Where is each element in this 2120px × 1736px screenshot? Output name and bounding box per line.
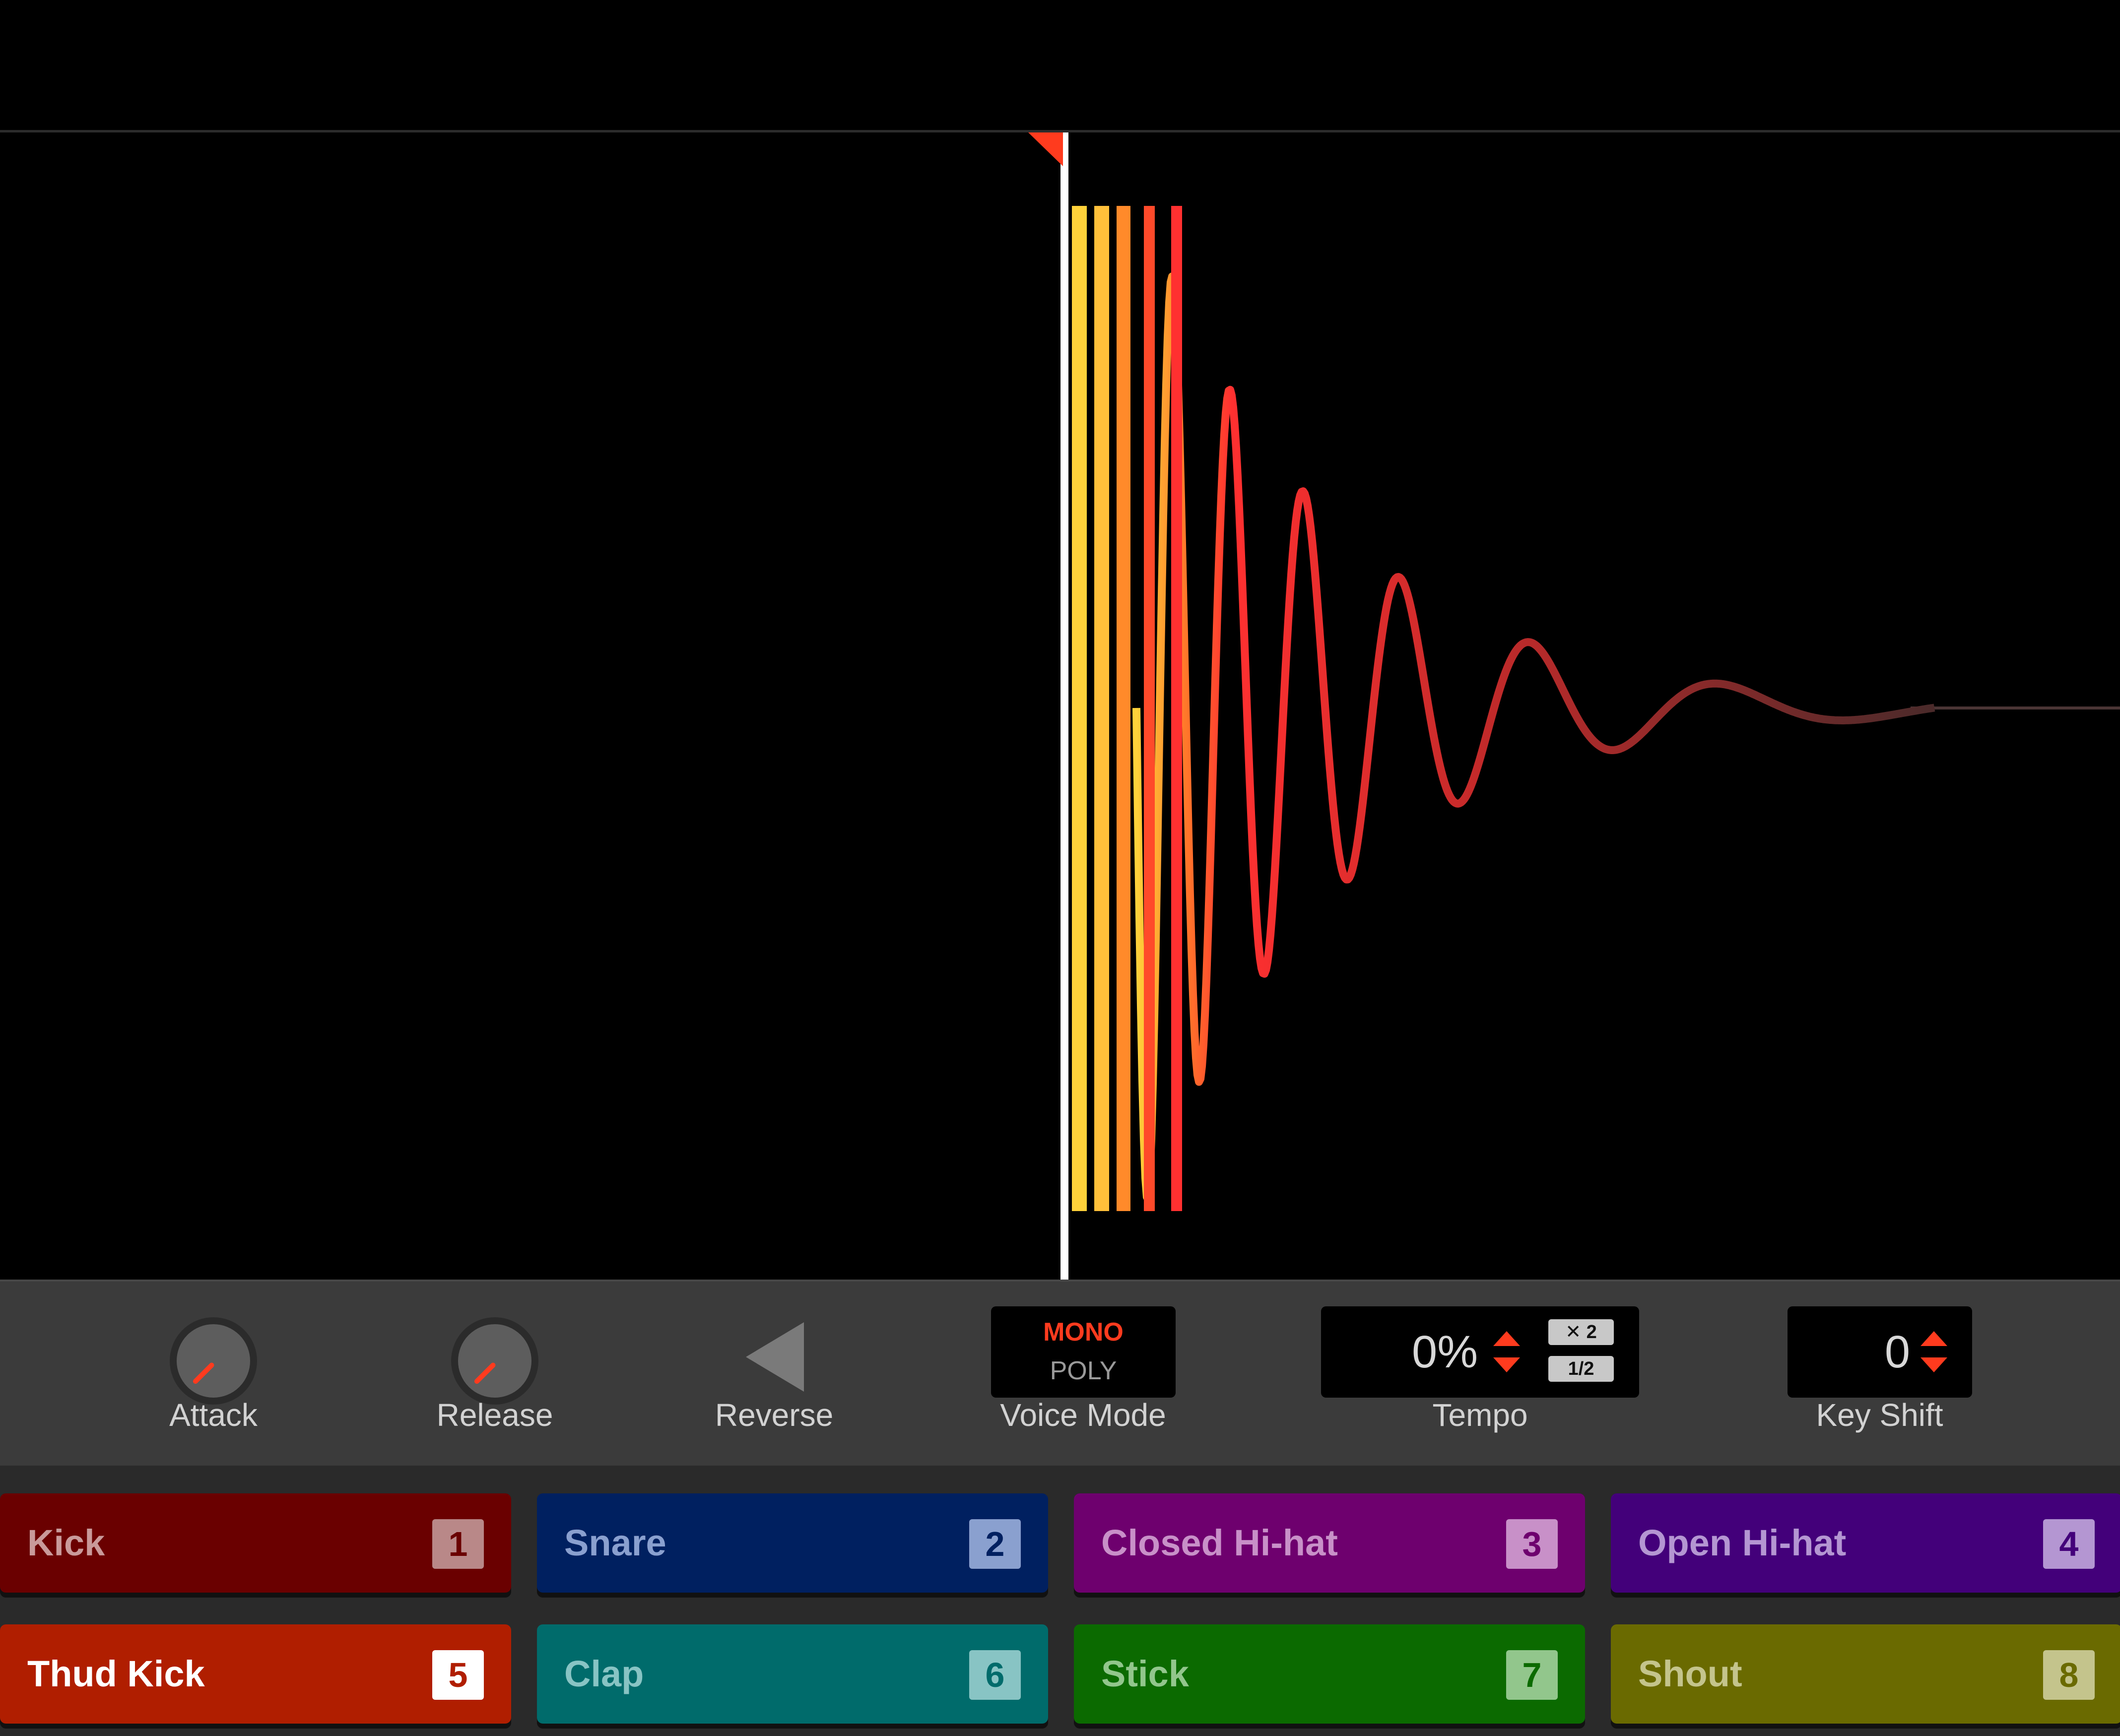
pad-label: Shout <box>1638 1653 1742 1694</box>
tempo-up-icon[interactable] <box>1493 1331 1520 1346</box>
pad-kick[interactable]: Kick 1 <box>0 1493 511 1593</box>
attack-control: Attack <box>141 1282 285 1468</box>
attack-transient-bar <box>1117 206 1130 1211</box>
pad-clap[interactable]: Clap 6 <box>537 1624 1048 1724</box>
key-shift-control: 0 Key Shift <box>1787 1282 1973 1468</box>
release-label: Release <box>436 1397 553 1433</box>
key-shift-label: Key Shift <box>1816 1397 1943 1433</box>
tempo-double-button[interactable]: ✕ 2 <box>1548 1319 1614 1345</box>
pad-open-hi-hat[interactable]: Open Hi-hat 4 <box>1611 1493 2120 1593</box>
pad-number-badge: 7 <box>1506 1650 1558 1700</box>
pad-closed-hi-hat[interactable]: Closed Hi-hat 3 <box>1074 1493 1585 1593</box>
key-shift-down-icon[interactable] <box>1921 1357 1947 1372</box>
pad-snare[interactable]: Snare 2 <box>537 1493 1048 1593</box>
key-shift-value: 0 <box>1884 1327 1910 1377</box>
pad-stick[interactable]: Stick 7 <box>1074 1624 1585 1724</box>
waveform-path <box>1132 272 1937 1201</box>
voice-mode-label: Voice Mode <box>1000 1397 1166 1433</box>
pad-label: Snare <box>564 1522 666 1563</box>
voice-mode-mono-option[interactable]: MONO <box>991 1317 1176 1347</box>
pad-number-badge: 1 <box>432 1519 484 1569</box>
voice-mode-display[interactable]: MONO POLY <box>991 1306 1176 1398</box>
pad-number-badge: 2 <box>969 1519 1021 1569</box>
attack-knob-indicator <box>192 1361 215 1385</box>
release-knob[interactable] <box>451 1317 538 1405</box>
reverse-control[interactable]: Reverse <box>700 1282 849 1468</box>
tempo-display: 0% ✕ 2 1/2 <box>1321 1306 1639 1398</box>
tempo-label: Tempo <box>1432 1397 1528 1433</box>
pad-label: Clap <box>564 1653 644 1694</box>
pad-label: Kick <box>27 1522 105 1563</box>
pad-number-badge: 6 <box>969 1650 1021 1700</box>
pad-label: Thud Kick <box>27 1653 205 1694</box>
tempo-value: 0% <box>1412 1327 1478 1377</box>
voice-mode-control: MONO POLY Voice Mode <box>990 1282 1176 1468</box>
pad-number-badge: 4 <box>2043 1519 2095 1569</box>
key-shift-up-icon[interactable] <box>1921 1331 1947 1346</box>
pad-number-badge: 8 <box>2043 1650 2095 1700</box>
top-bar <box>0 0 2120 131</box>
tempo-down-icon[interactable] <box>1493 1357 1520 1372</box>
voice-mode-poly-option[interactable]: POLY <box>991 1356 1176 1386</box>
attack-transient-bar <box>1094 206 1109 1211</box>
release-control: Release <box>423 1282 567 1468</box>
reverse-icon[interactable] <box>742 1322 806 1392</box>
reverse-label: Reverse <box>715 1397 834 1433</box>
pad-label: Closed Hi-hat <box>1101 1522 1338 1563</box>
pad-label: Open Hi-hat <box>1638 1522 1847 1563</box>
playhead-line <box>1060 132 1068 1280</box>
pad-number-badge: 5 <box>432 1650 484 1700</box>
pad-label: Stick <box>1101 1653 1189 1694</box>
start-marker-icon[interactable] <box>1028 132 1063 166</box>
attack-knob[interactable] <box>170 1317 257 1405</box>
tempo-control: 0% ✕ 2 1/2 Tempo <box>1320 1282 1640 1468</box>
attack-transient-bar <box>1144 206 1155 1211</box>
pad-thud-kick[interactable]: Thud Kick 5 <box>0 1624 511 1724</box>
pad-grid: Kick 1 Snare 2 Closed Hi-hat 3 Open Hi-h… <box>0 1466 2120 1736</box>
waveform-display[interactable] <box>0 132 2120 1280</box>
key-shift-display: 0 <box>1788 1306 1972 1398</box>
attack-label: Attack <box>169 1397 258 1433</box>
waveform-canvas[interactable] <box>0 132 2120 1280</box>
tempo-half-button[interactable]: 1/2 <box>1548 1356 1614 1382</box>
release-knob-indicator <box>473 1361 497 1385</box>
pad-number-badge: 3 <box>1506 1519 1558 1569</box>
controls-panel: Attack Release Reverse MONO POLY Voice M… <box>0 1280 2120 1466</box>
attack-transient-bar <box>1072 206 1087 1211</box>
attack-transient-bar <box>1171 206 1182 1211</box>
pad-shout[interactable]: Shout 8 <box>1611 1624 2120 1724</box>
